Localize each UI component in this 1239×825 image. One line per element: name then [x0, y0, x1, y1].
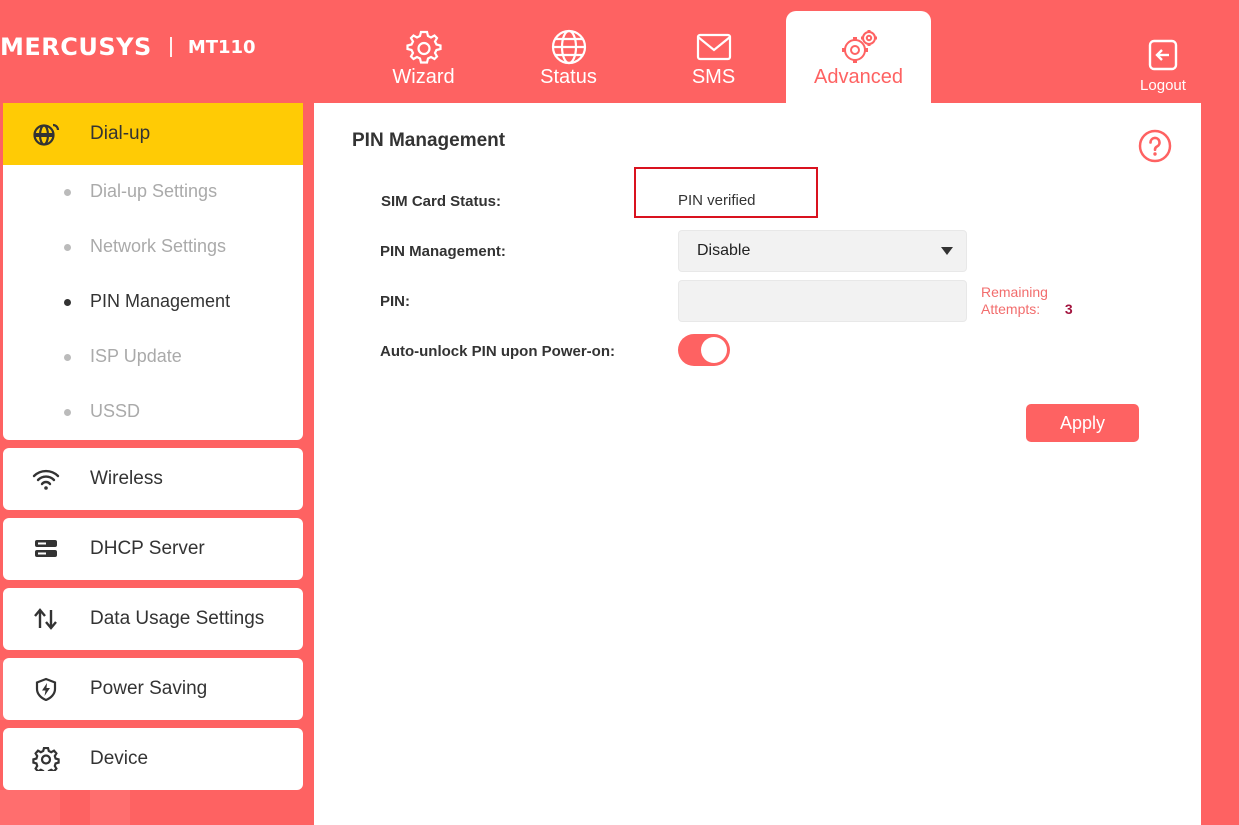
tab-status[interactable]: Status — [496, 11, 641, 103]
gear-icon — [405, 30, 442, 64]
caret-down-icon — [941, 247, 953, 255]
logout-label: Logout — [1140, 77, 1186, 94]
sidebar-item-dialup[interactable]: Dial-up — [3, 103, 303, 165]
sidebar-subitem-dialup-settings[interactable]: Dial-up Settings — [3, 165, 303, 220]
sidebar-item-label: DHCP Server — [90, 538, 205, 559]
pin-management-select[interactable]: Disable — [678, 230, 967, 272]
wifi-icon — [32, 469, 60, 490]
sidebar-item-label: Wireless — [90, 468, 163, 489]
apply-button[interactable]: Apply — [1026, 404, 1139, 442]
remaining-attempts: Remaining Attempts: 3 — [981, 284, 1073, 318]
brand-logo: MERCUSYS MT110 — [0, 33, 256, 61]
sidebar-group-dialup: Dial-up Dial-up Settings Network Setting… — [3, 103, 303, 440]
sidebar-subitem-ussd[interactable]: USSD — [3, 385, 303, 440]
model-name: MT110 — [187, 36, 256, 58]
sidebar-item-dhcp-server[interactable]: DHCP Server — [3, 518, 303, 580]
sidebar-item-wireless[interactable]: Wireless — [3, 448, 303, 510]
background-decoration — [90, 790, 130, 825]
tab-advanced[interactable]: Advanced — [786, 11, 931, 103]
brand-name: MERCUSYS — [0, 33, 152, 61]
sidebar-subitem-isp-update[interactable]: ISP Update — [3, 330, 303, 385]
main-panel: PIN Management SIM Card Status: PIN veri… — [314, 103, 1201, 825]
sidebar-item-label: Dial-up — [90, 123, 151, 144]
tab-wizard-label: Wizard — [392, 66, 455, 88]
sidebar-subitem-label: USSD — [90, 401, 141, 421]
page-title: PIN Management — [352, 130, 506, 151]
server-icon — [35, 540, 57, 557]
bullet-icon — [64, 354, 71, 361]
gears-icon — [841, 30, 877, 63]
globe-icon — [551, 29, 586, 65]
auto-unlock-toggle[interactable] — [678, 334, 730, 366]
sidebar-item-data-usage[interactable]: Data Usage Settings — [3, 588, 303, 650]
bullet-icon — [64, 189, 71, 196]
bullet-icon — [64, 244, 71, 251]
sidebar-subitem-network-settings[interactable]: Network Settings — [3, 220, 303, 275]
auto-unlock-label: Auto-unlock PIN upon Power-on: — [380, 343, 615, 360]
tab-wizard[interactable]: Wizard — [351, 11, 496, 103]
tab-advanced-label: Advanced — [814, 66, 903, 88]
help-icon[interactable] — [1138, 129, 1172, 163]
sidebar-item-device[interactable]: Device — [3, 728, 303, 790]
sidebar-subitem-pin-management[interactable]: PIN Management — [3, 275, 303, 330]
sim-status-label: SIM Card Status: — [381, 193, 502, 210]
sidebar-subitem-label: ISP Update — [90, 346, 182, 366]
sidebar-subitem-label: Dial-up Settings — [90, 181, 218, 201]
sidebar-subitem-label: PIN Management — [90, 291, 231, 311]
bullet-icon — [64, 409, 71, 416]
globe-signal-icon — [33, 123, 60, 146]
sim-status-value: PIN verified — [678, 192, 756, 209]
toggle-knob — [701, 337, 727, 363]
tab-sms[interactable]: SMS — [641, 11, 786, 103]
bullet-icon — [64, 299, 71, 306]
logout-icon — [1148, 39, 1178, 71]
logout-button[interactable]: Logout — [1138, 38, 1188, 98]
sidebar-item-label: Data Usage Settings — [90, 608, 265, 629]
pin-input[interactable] — [678, 280, 967, 322]
tab-sms-label: SMS — [691, 66, 736, 88]
pin-label: PIN: — [380, 293, 410, 310]
sidebar-item-label: Device — [90, 748, 149, 769]
pin-management-value: Disable — [697, 242, 751, 259]
up-down-arrows-icon — [34, 608, 57, 630]
shield-bolt-icon — [35, 677, 57, 701]
envelope-icon — [696, 33, 731, 61]
gear-icon — [32, 747, 60, 771]
logo-divider — [169, 37, 172, 57]
background-decoration — [0, 790, 60, 825]
pin-management-label: PIN Management: — [380, 243, 506, 260]
remaining-attempts-count: 3 — [1064, 301, 1073, 317]
remaining-attempts-label: Remaining Attempts: — [981, 284, 1048, 317]
sidebar-item-label: Power Saving — [90, 678, 208, 699]
tab-status-label: Status — [540, 66, 597, 88]
sidebar-subitem-label: Network Settings — [90, 236, 227, 256]
sidebar-item-power-saving[interactable]: Power Saving — [3, 658, 303, 720]
